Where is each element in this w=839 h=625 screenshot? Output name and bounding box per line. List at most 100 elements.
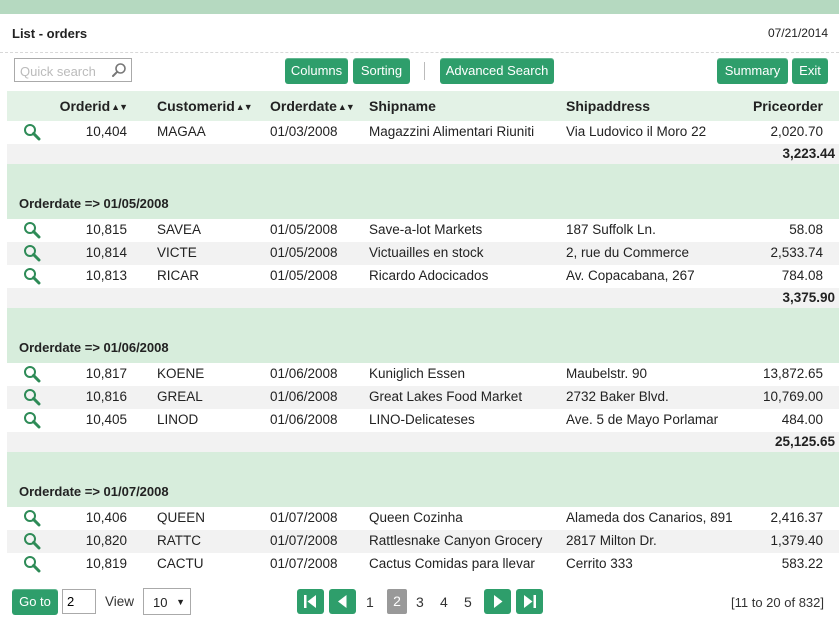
cell-customerid: LINOD bbox=[157, 412, 199, 427]
cell-shipaddress: Maubelstr. 90 bbox=[566, 366, 648, 381]
sort-icon[interactable]: ▲▼ bbox=[236, 102, 253, 112]
sorting-button[interactable]: Sorting bbox=[353, 58, 410, 84]
header-orderid-label: Orderid bbox=[59, 98, 111, 114]
cell-orderdate: 01/05/2008 bbox=[270, 222, 338, 237]
table-row[interactable]: 10,405 LINOD 01/06/2008 LINO-Delicateses Ave… bbox=[7, 409, 839, 432]
cell-orderid: 10,816 bbox=[85, 389, 127, 404]
rows-per-page-select[interactable]: 10 ▼ bbox=[143, 588, 191, 615]
table-row[interactable]: 10,820 RATTC 01/07/2008 Rattlesnake Canyon … bbox=[7, 530, 839, 553]
cell-shipname: Magazzini Alimentari Riuniti bbox=[369, 124, 535, 139]
table-row[interactable]: 10,815 SAVEA 01/05/2008 Save-a-lot Markets 1… bbox=[7, 219, 839, 242]
sort-icon[interactable]: ▲▼ bbox=[111, 102, 128, 112]
cell-priceorder: 1,379.40 bbox=[770, 533, 823, 548]
cell-priceorder: 10,769.00 bbox=[762, 389, 823, 404]
rows-per-page-value: 10 bbox=[153, 595, 168, 610]
next-page-icon bbox=[494, 595, 503, 608]
prev-page-button[interactable] bbox=[329, 589, 356, 614]
cell-shipname: Save-a-lot Markets bbox=[369, 222, 483, 237]
pagination-footer: Go to View 10 ▼ 12345 [11 to 20 of 832] bbox=[0, 579, 839, 625]
cell-shipaddress: Ave. 5 de Mayo Porlamar bbox=[566, 412, 719, 427]
page-number[interactable]: 3 bbox=[416, 594, 424, 610]
cell-shipname: Queen Cozinha bbox=[369, 510, 463, 525]
cell-orderdate: 01/07/2008 bbox=[270, 510, 338, 525]
group-gap bbox=[7, 452, 839, 472]
page-date: 07/21/2014 bbox=[767, 26, 828, 40]
group-header: Orderdate => 01/06/2008 bbox=[7, 328, 839, 363]
table-row[interactable]: 10,406 QUEEN 01/07/2008 Queen Cozinha Alamed… bbox=[7, 507, 839, 530]
sort-icon[interactable]: ▲▼ bbox=[338, 102, 355, 112]
page-number[interactable]: 5 bbox=[464, 594, 472, 610]
cell-shipaddress: Cerrito 333 bbox=[566, 556, 633, 571]
group-header: Orderdate => 01/05/2008 bbox=[7, 184, 839, 219]
table-row[interactable]: 10,404 MAGAA 01/03/2008 Magazzini Alimentar… bbox=[7, 121, 839, 144]
header-orderid[interactable]: Orderid▲▼ bbox=[7, 98, 128, 114]
view-label: View bbox=[105, 594, 135, 609]
quick-search-input[interactable] bbox=[18, 60, 110, 82]
group-subtotal: 3,375.90 bbox=[7, 288, 839, 308]
cell-customerid: RATTC bbox=[157, 533, 201, 548]
search-icon[interactable] bbox=[111, 62, 127, 78]
toolbar: Columns Sorting Advanced Search Summary … bbox=[0, 56, 839, 88]
header-customerid[interactable]: Customerid▲▼ bbox=[157, 98, 253, 114]
grid-inner: Orderid▲▼ Customerid▲▼ Orderdate▲▼ Shipn… bbox=[7, 91, 839, 576]
next-page-button[interactable] bbox=[484, 589, 511, 614]
cell-shipaddress: 187 Suffolk Ln. bbox=[566, 222, 656, 237]
cell-priceorder: 2,533.74 bbox=[770, 245, 823, 260]
cell-orderid: 10,814 bbox=[85, 245, 127, 260]
cell-orderdate: 01/06/2008 bbox=[270, 366, 338, 381]
cell-customerid: VICTE bbox=[157, 245, 197, 260]
cell-shipname: Great Lakes Food Market bbox=[369, 389, 523, 404]
cell-shipname: Kuniglich Essen bbox=[369, 366, 466, 381]
exit-button[interactable]: Exit bbox=[792, 58, 828, 84]
summary-button[interactable]: Summary bbox=[717, 58, 788, 84]
cell-orderdate: 01/05/2008 bbox=[270, 245, 338, 260]
cell-orderid: 10,406 bbox=[85, 510, 127, 525]
goto-page-input[interactable] bbox=[62, 589, 96, 614]
cell-shipaddress: 2817 Milton Dr. bbox=[566, 533, 657, 548]
table-row[interactable]: 10,816 GREAL 01/06/2008 Great Lakes Food Ma… bbox=[7, 386, 839, 409]
table-row[interactable]: 10,813 RICAR 01/05/2008 Ricardo Adocicados A… bbox=[7, 265, 839, 288]
cell-shipaddress: Av. Copacabana, 267 bbox=[566, 268, 695, 283]
advanced-search-button[interactable]: Advanced Search bbox=[440, 58, 554, 84]
cell-customerid: KOENE bbox=[157, 366, 205, 381]
cell-customerid: QUEEN bbox=[157, 510, 206, 525]
cell-customerid: GREAL bbox=[157, 389, 203, 404]
cell-shipname: Victuailles en stock bbox=[369, 245, 484, 260]
last-page-button[interactable] bbox=[516, 589, 543, 614]
group-gap bbox=[7, 164, 839, 184]
cell-shipaddress: Alameda dos Canarios, 891 bbox=[566, 510, 733, 525]
grid-header: Orderid▲▼ Customerid▲▼ Orderdate▲▼ Shipn… bbox=[7, 91, 839, 121]
cell-customerid: RICAR bbox=[157, 268, 200, 283]
table-row[interactable]: 10,814 VICTE 01/05/2008 Victuailles en stoc… bbox=[7, 242, 839, 265]
group-subtotal: 25,125.65 bbox=[7, 432, 839, 452]
current-page[interactable]: 2 bbox=[387, 589, 407, 614]
cell-priceorder: 2,020.70 bbox=[770, 124, 823, 139]
first-page-button[interactable] bbox=[297, 589, 324, 614]
toolbar-separator bbox=[424, 62, 425, 80]
cell-orderid: 10,817 bbox=[85, 366, 127, 381]
orders-grid: Orderid▲▼ Customerid▲▼ Orderdate▲▼ Shipn… bbox=[0, 91, 839, 579]
cell-orderid: 10,819 bbox=[85, 556, 127, 571]
group-title: Orderdate => 01/05/2008 bbox=[19, 196, 169, 211]
table-row[interactable]: 10,817 KOENE 01/06/2008 Kuniglich Essen Maub… bbox=[7, 363, 839, 386]
cell-orderdate: 01/03/2008 bbox=[270, 124, 338, 139]
cell-orderid: 10,404 bbox=[85, 124, 127, 139]
quick-search[interactable] bbox=[14, 58, 132, 82]
top-band bbox=[0, 0, 839, 14]
goto-button[interactable]: Go to bbox=[12, 589, 58, 615]
cell-orderid: 10,820 bbox=[85, 533, 127, 548]
cell-priceorder: 484.00 bbox=[781, 412, 823, 427]
cell-priceorder: 583.22 bbox=[781, 556, 823, 571]
cell-priceorder: 2,416.37 bbox=[770, 510, 823, 525]
cell-orderdate: 01/06/2008 bbox=[270, 412, 338, 427]
cell-shipaddress: Via Ludovico il Moro 22 bbox=[566, 124, 707, 139]
columns-button[interactable]: Columns bbox=[285, 58, 348, 84]
header-priceorder: Priceorder bbox=[752, 98, 823, 114]
table-row[interactable]: 10,819 CACTU 01/07/2008 Cactus Comidas para… bbox=[7, 553, 839, 576]
header-orderdate[interactable]: Orderdate▲▼ bbox=[270, 98, 355, 114]
group-title: Orderdate => 01/07/2008 bbox=[19, 484, 169, 499]
page-number[interactable]: 1 bbox=[366, 594, 374, 610]
group-gap bbox=[7, 308, 839, 328]
cell-shipname: Ricardo Adocicados bbox=[369, 268, 489, 283]
page-number[interactable]: 4 bbox=[440, 594, 448, 610]
